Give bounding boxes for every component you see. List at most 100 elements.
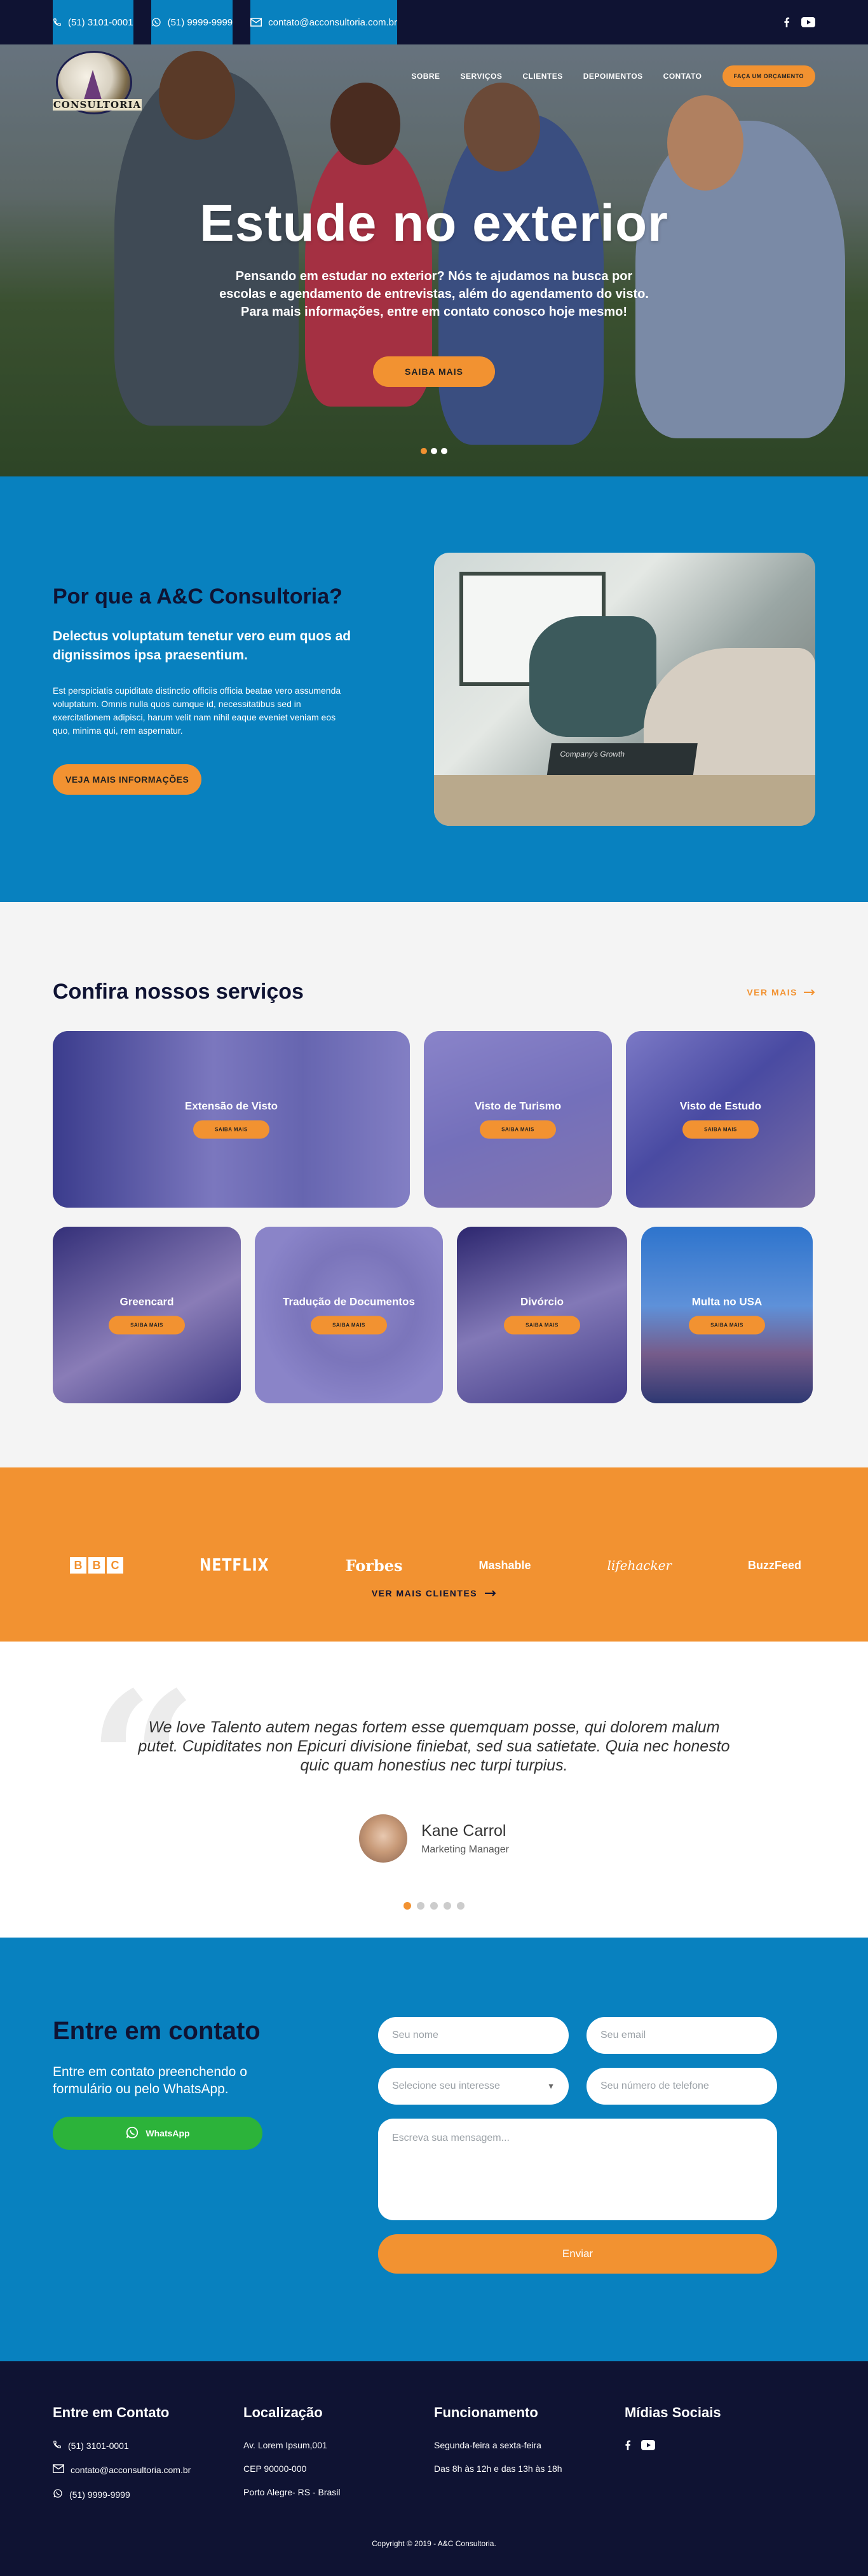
nav-item-clientes[interactable]: CLIENTES [522, 72, 562, 81]
testimonial-dot[interactable] [403, 1902, 411, 1910]
hero-saiba-mais-button[interactable]: SAIBA MAIS [373, 356, 495, 387]
mashable-logo: Mashable [478, 1558, 531, 1572]
youtube-icon[interactable] [801, 17, 815, 27]
buzzfeed-logo: BuzzFeed [747, 1558, 801, 1572]
whatsapp-icon [151, 17, 161, 27]
email-field[interactable]: Seu email [587, 2017, 777, 2054]
service-saiba-mais-button[interactable]: SAIBA MAIS [504, 1316, 580, 1335]
slider-dot[interactable] [441, 448, 447, 454]
testimonial-dot[interactable] [444, 1902, 451, 1910]
service-saiba-mais-button[interactable]: SAIBA MAIS [682, 1120, 759, 1139]
testimonial-dots [0, 1902, 868, 1910]
service-title: Visto de Turismo [474, 1100, 562, 1112]
submit-button[interactable]: Enviar [378, 2234, 777, 2274]
nav-item-depoimentos[interactable]: DEPOIMENTOS [583, 72, 643, 81]
testimonial-dot[interactable] [430, 1902, 438, 1910]
whatsapp-icon [53, 2488, 63, 2500]
service-title: Greencard [119, 1295, 174, 1308]
nav-item-contato[interactable]: CONTATO [663, 72, 702, 81]
footer-location-title: Localização [243, 2404, 323, 2420]
why-body: Est perspiciatis cupiditate distinctio o… [53, 685, 341, 736]
service-card-multa[interactable]: Multa no USA SAIBA MAIS [641, 1227, 813, 1403]
service-card-turismo[interactable]: Visto de Turismo SAIBA MAIS [424, 1031, 612, 1208]
service-saiba-mais-button[interactable]: SAIBA MAIS [311, 1316, 387, 1335]
company-logo[interactable]: CONSULTORIA [53, 51, 142, 121]
footer-hours-days: Segunda-feira a sexta-feira [434, 2440, 541, 2450]
phone-icon [53, 2440, 62, 2451]
facebook-icon[interactable] [783, 17, 790, 27]
name-field[interactable]: Seu nome [378, 2017, 569, 2054]
netflix-logo: NETFLIX [199, 1556, 269, 1575]
clients-section: BBC NETFLIX Forbes Mashable lifehacker B… [0, 1467, 868, 1642]
arrow-right-icon [485, 1588, 496, 1598]
footer-address-line: Porto Alegre- RS - Brasil [243, 2487, 341, 2497]
whatsapp-button[interactable]: WhatsApp [53, 2117, 262, 2150]
message-field[interactable]: Escreva sua mensagem... [378, 2119, 777, 2220]
arrow-right-icon [804, 987, 815, 997]
see-more-services-link[interactable]: VER MAIS [747, 987, 815, 997]
copyright: Copyright © 2019 - A&C Consultoria. [372, 2539, 496, 2548]
handshake-photo: Company's Growth [434, 553, 815, 826]
service-saiba-mais-button[interactable]: SAIBA MAIS [689, 1316, 765, 1335]
quote-button[interactable]: FAÇA UM ORÇAMENTO [722, 65, 815, 87]
whatsapp-icon [125, 2126, 139, 2141]
hero-slider-dots [0, 448, 868, 454]
service-title: Multa no USA [691, 1295, 763, 1308]
testimonial-dot[interactable] [417, 1902, 424, 1910]
author-role: Marketing Manager [421, 1844, 509, 1855]
phone-field[interactable]: Seu número de telefone [587, 2068, 777, 2105]
nav-item-servicos[interactable]: SERVIÇOS [461, 72, 503, 81]
footer-hours-title: Funcionamento [434, 2404, 538, 2420]
service-title: Tradução de Documentos [283, 1295, 415, 1308]
footer-contact-title: Entre em Contato [53, 2404, 170, 2420]
service-title: Visto de Estudo [679, 1100, 762, 1112]
footer: Entre em Contato (51) 3101-0001 contato@… [0, 2361, 868, 2576]
testimonial-section: “ We love Talento autem negas fortem ess… [0, 1642, 868, 1938]
service-card-greencard[interactable]: Greencard SAIBA MAIS [53, 1227, 241, 1403]
forbes-logo: Forbes [345, 1556, 403, 1575]
contact-section: Entre em contato Entre em contato preenc… [0, 1938, 868, 2361]
mail-icon [53, 2464, 64, 2475]
service-card-divorcio[interactable]: Divórcio SAIBA MAIS [457, 1227, 627, 1403]
service-saiba-mais-button[interactable]: SAIBA MAIS [480, 1120, 556, 1139]
hero-section: CONSULTORIA SOBRE SERVIÇOS CLIENTES DEPO… [0, 44, 868, 476]
service-card-extensao[interactable]: Extensão de Visto SAIBA MAIS [53, 1031, 410, 1208]
why-title: Por que a A&C Consultoria? [53, 584, 342, 609]
why-lead: Delectus voluptatum tenetur vero eum quo… [53, 628, 351, 663]
interest-select[interactable]: Selecione seu interesse ▼ [378, 2068, 569, 2105]
hero-text: Pensando em estudar no exterior? Nós te … [219, 269, 649, 319]
youtube-icon[interactable] [641, 2440, 655, 2452]
lifehacker-logo: lifehacker [607, 1558, 672, 1573]
avatar [359, 1814, 408, 1863]
footer-whatsapp[interactable]: (51) 9999-9999 [53, 2488, 243, 2500]
footer-phone[interactable]: (51) 3101-0001 [53, 2440, 243, 2451]
topbar-whatsapp-text: (51) 9999-9999 [167, 17, 233, 28]
contact-desc: Entre em contato preenchendo o formulári… [53, 2065, 247, 2096]
service-card-traducao[interactable]: Tradução de Documentos SAIBA MAIS [255, 1227, 443, 1403]
service-saiba-mais-button[interactable]: SAIBA MAIS [193, 1120, 269, 1139]
more-clients-link[interactable]: VER MAIS CLIENTES [0, 1588, 868, 1598]
testimonial-dot[interactable] [457, 1902, 465, 1910]
services-section: Confira nossos serviços VER MAIS Extensã… [0, 902, 868, 1467]
service-title: Extensão de Visto [184, 1100, 278, 1112]
slider-dot[interactable] [431, 448, 437, 454]
footer-social-title: Mídias Sociais [625, 2404, 721, 2420]
slider-dot[interactable] [421, 448, 427, 454]
service-saiba-mais-button[interactable]: SAIBA MAIS [109, 1316, 185, 1335]
footer-email[interactable]: contato@acconsultoria.com.br [53, 2464, 243, 2475]
phone-icon [53, 18, 62, 27]
chevron-down-icon: ▼ [547, 2082, 555, 2091]
nav-item-sobre[interactable]: SOBRE [411, 72, 440, 81]
topbar-email-text: contato@acconsultoria.com.br [268, 17, 397, 28]
top-bar: (51) 3101-0001 (51) 9999-9999 contato@ac… [0, 0, 868, 234]
more-info-button[interactable]: VEJA MAIS INFORMAÇÕES [53, 764, 202, 795]
see-more-label: VER MAIS [747, 987, 797, 997]
footer-address-line: CEP 90000-000 [243, 2464, 307, 2474]
service-card-estudo[interactable]: Visto de Estudo SAIBA MAIS [626, 1031, 815, 1208]
more-clients-label: VER MAIS CLIENTES [371, 1588, 478, 1598]
mail-icon [250, 18, 262, 27]
facebook-icon[interactable] [625, 2440, 631, 2452]
bbc-logo: BBC [70, 1557, 123, 1574]
footer-address-line: Av. Lorem Ipsum,001 [243, 2440, 327, 2450]
topbar-phone-text: (51) 3101-0001 [68, 17, 133, 28]
